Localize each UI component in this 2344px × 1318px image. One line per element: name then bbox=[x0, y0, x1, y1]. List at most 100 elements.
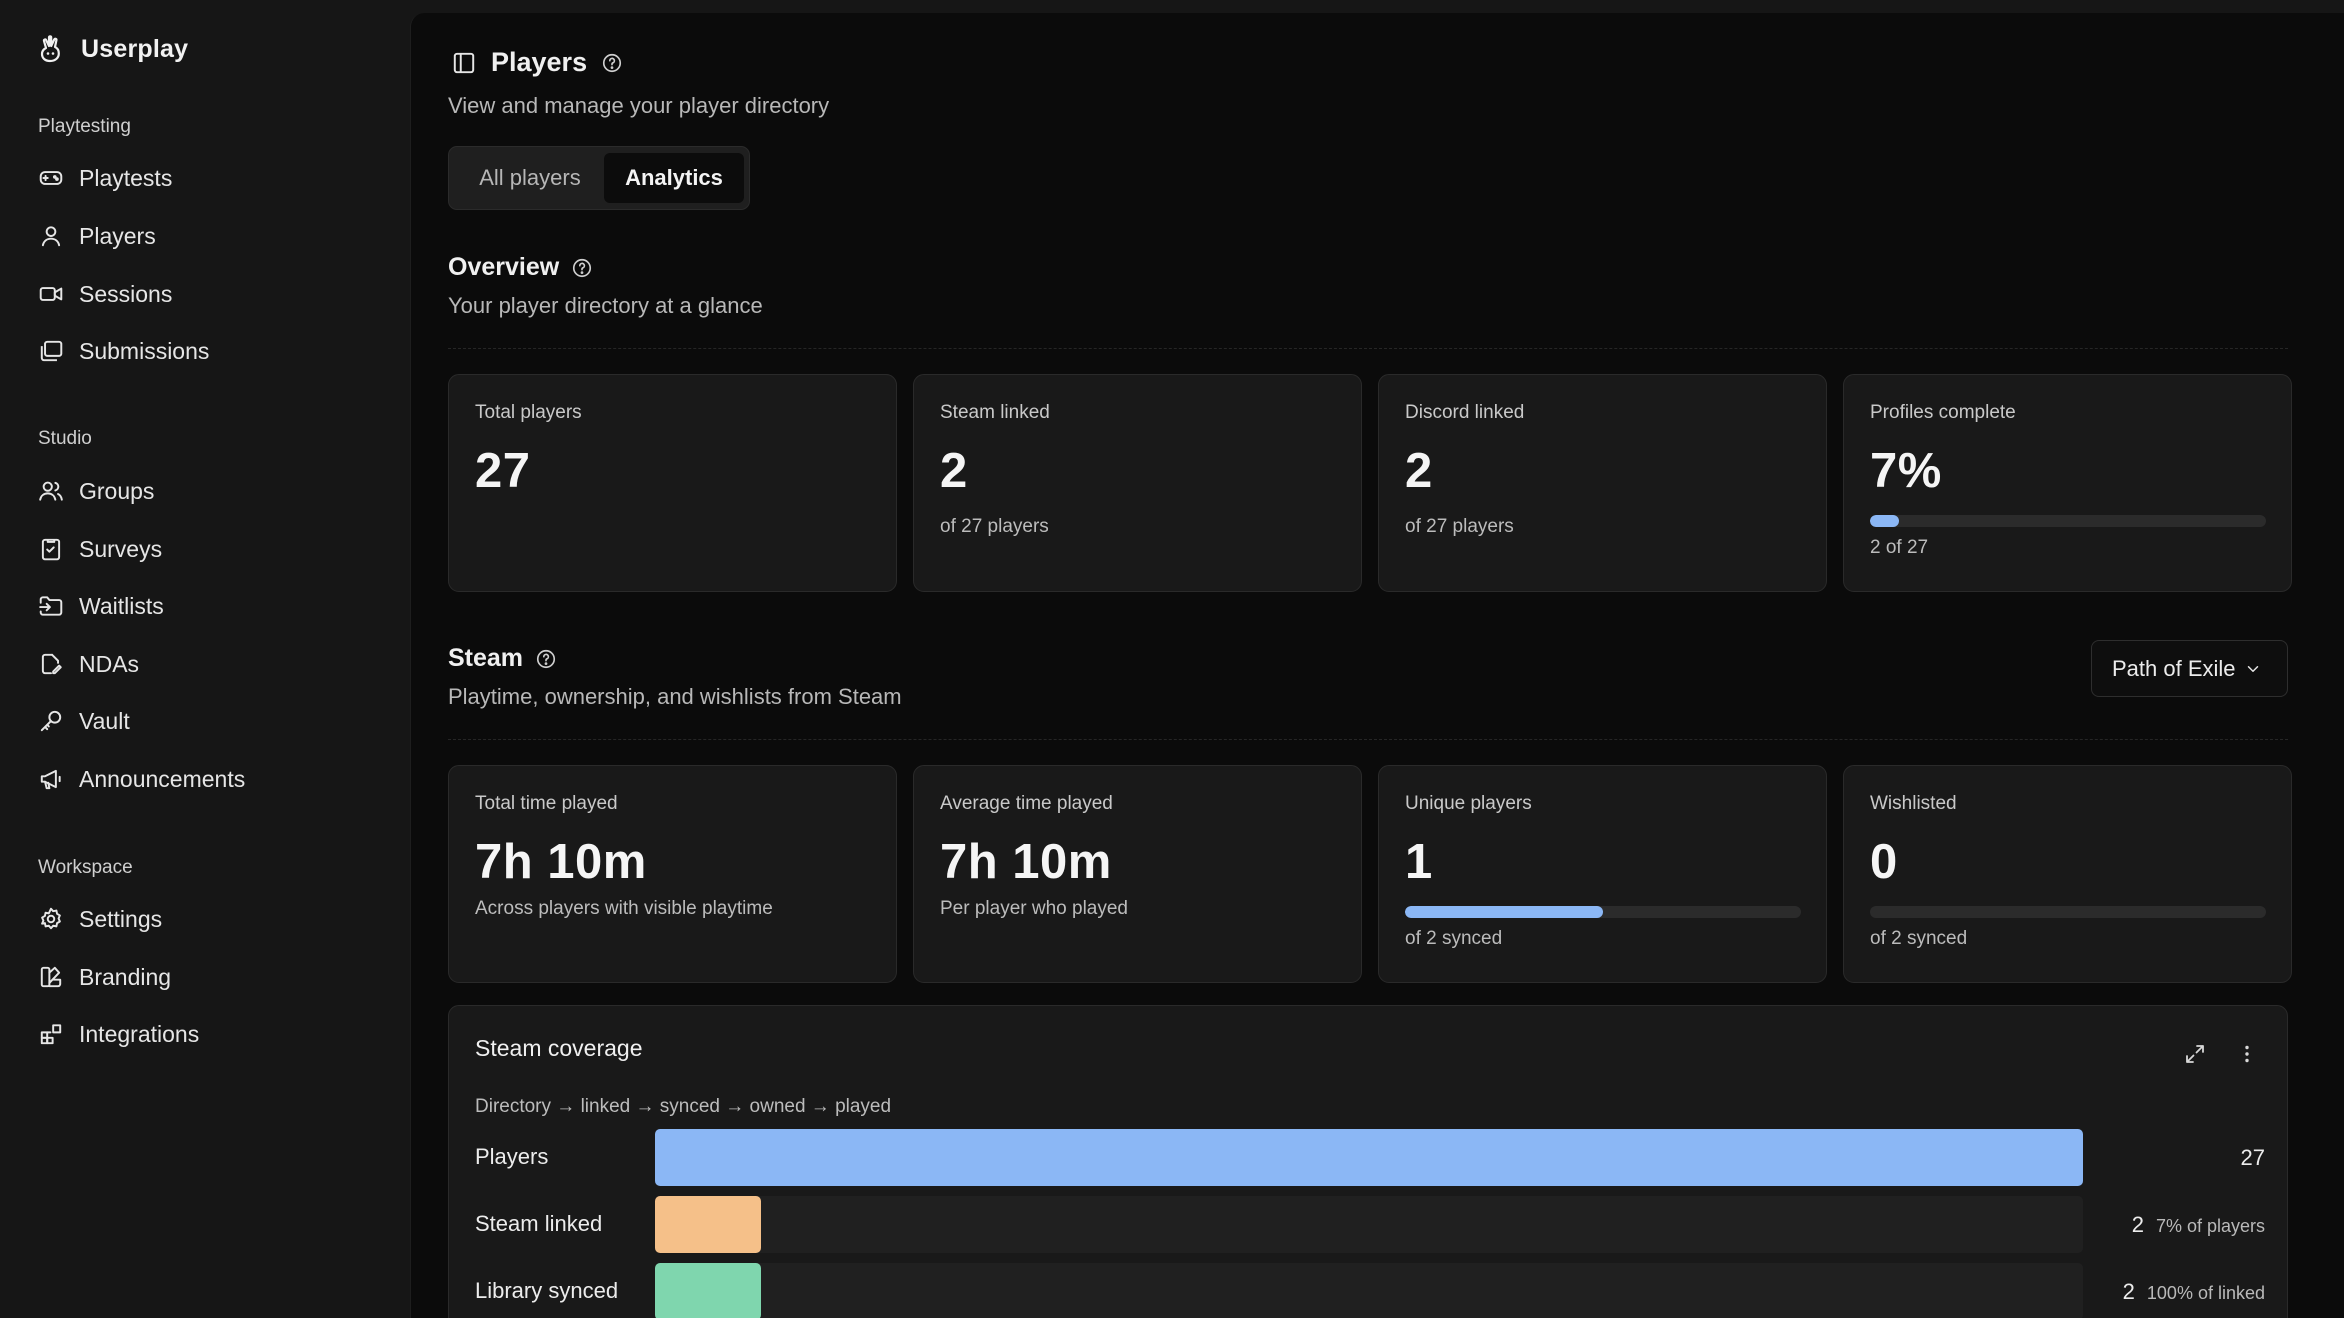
sidebar-item-branding[interactable]: Branding bbox=[37, 955, 171, 999]
bar-label: Players bbox=[475, 1144, 549, 1169]
page-title: Players bbox=[491, 47, 588, 77]
stat-card-steam-linked: Steam linked 2 of 27 players bbox=[913, 374, 1362, 592]
card-value: 0 bbox=[1870, 835, 1898, 889]
bar-value: 2 7% of players bbox=[2132, 1212, 2265, 1238]
card-value: 1 bbox=[1405, 835, 1433, 889]
grid-plus-icon bbox=[37, 1020, 65, 1048]
logo-icon bbox=[37, 34, 63, 64]
folder-enter-icon bbox=[37, 592, 65, 620]
steam-title: Steam bbox=[448, 644, 524, 672]
card-label: Total time played bbox=[475, 793, 618, 814]
sidebar-item-announcements[interactable]: Announcements bbox=[37, 757, 245, 801]
card-sub: of 27 players bbox=[1405, 516, 1514, 537]
sidebar-item-waitlists[interactable]: Waitlists bbox=[37, 584, 164, 628]
card-label: Average time played bbox=[940, 793, 1113, 814]
card-sub: of 2 synced bbox=[1405, 928, 1503, 949]
progress-bar bbox=[1405, 906, 1801, 918]
sidebar: Userplay Playtesting Playtests Players S… bbox=[0, 0, 410, 1318]
steam-subtitle: Playtime, ownership, and wishlists from … bbox=[448, 684, 902, 709]
sidebar-item-playtests[interactable]: Playtests bbox=[37, 156, 172, 200]
bar-percent-label: 7% of players bbox=[2155, 1216, 2265, 1236]
card-label: Steam linked bbox=[940, 402, 1050, 423]
card-label: Total players bbox=[475, 402, 582, 423]
stat-card-average-time: Average time played 7h 10m Per player wh… bbox=[913, 765, 1362, 983]
sidebar-item-groups[interactable]: Groups bbox=[37, 469, 154, 513]
card-label: Unique players bbox=[1405, 793, 1532, 814]
gear-icon bbox=[37, 905, 65, 933]
sidebar-item-label: Integrations bbox=[79, 1020, 200, 1047]
tab-all-players[interactable]: All players bbox=[455, 153, 605, 203]
card-sub: Across players with visible playtime bbox=[475, 898, 773, 919]
bar[interactable] bbox=[655, 1196, 761, 1253]
sidebar-item-label: Vault bbox=[79, 707, 130, 734]
stat-card-profiles-complete: Profiles complete 7% 2 of 27 bbox=[1843, 374, 2292, 592]
survey-icon bbox=[37, 535, 65, 563]
card-sub: of 2 synced bbox=[1870, 928, 1968, 949]
chevron-down-icon bbox=[2244, 660, 2262, 678]
card-sub: 2 of 27 bbox=[1870, 537, 1929, 558]
user-icon bbox=[37, 222, 65, 250]
sidebar-toggle-icon[interactable] bbox=[451, 50, 477, 76]
sidebar-item-label: Waitlists bbox=[79, 592, 164, 619]
help-icon[interactable] bbox=[601, 52, 623, 74]
sidebar-item-surveys[interactable]: Surveys bbox=[37, 527, 162, 571]
nav-section-studio: Studio bbox=[38, 428, 92, 449]
tab-analytics[interactable]: Analytics bbox=[604, 153, 744, 203]
bar-track bbox=[655, 1196, 2083, 1253]
sidebar-item-label: Surveys bbox=[79, 535, 163, 562]
stat-card-total-players: Total players 27 bbox=[448, 374, 897, 592]
key-icon bbox=[37, 707, 65, 735]
overview-header: Overview bbox=[448, 253, 593, 282]
stat-card-unique-players: Unique players 1 of 2 synced bbox=[1378, 765, 1827, 983]
card-sub: Per player who played bbox=[940, 898, 1128, 919]
brand[interactable]: Userplay bbox=[37, 34, 188, 64]
sidebar-item-integrations[interactable]: Integrations bbox=[37, 1012, 199, 1056]
card-value: 2 bbox=[940, 444, 968, 498]
sidebar-item-ndas[interactable]: NDAs bbox=[37, 642, 139, 686]
card-label: Wishlisted bbox=[1870, 793, 1957, 814]
card-value: 27 bbox=[475, 444, 531, 498]
sidebar-item-vault[interactable]: Vault bbox=[37, 699, 130, 743]
bar[interactable] bbox=[655, 1129, 2083, 1186]
sidebar-item-sessions[interactable]: Sessions bbox=[37, 272, 172, 316]
sidebar-item-label: Announcements bbox=[79, 765, 246, 792]
bar-label: Library synced bbox=[475, 1278, 619, 1303]
card-value: 7% bbox=[1870, 444, 1942, 498]
coverage-subtitle: Directory → linked → synced → owned → pl… bbox=[475, 1096, 892, 1117]
sidebar-item-players[interactable]: Players bbox=[37, 214, 156, 258]
nav-section-workspace: Workspace bbox=[38, 857, 133, 878]
view-tabs: All players Analytics bbox=[448, 146, 750, 210]
card-sub: of 27 players bbox=[940, 516, 1049, 537]
stat-card-wishlisted: Wishlisted 0 of 2 synced bbox=[1843, 765, 2292, 983]
bar[interactable] bbox=[655, 1263, 761, 1318]
main-content: Players View and manage your player dire… bbox=[410, 13, 2344, 1318]
help-icon[interactable] bbox=[535, 648, 557, 670]
more-vertical-icon[interactable] bbox=[2231, 1038, 2263, 1070]
card-label: Discord linked bbox=[1405, 402, 1525, 423]
stat-card-total-time: Total time played 7h 10m Across players … bbox=[448, 765, 897, 983]
video-icon bbox=[37, 280, 65, 308]
card-label: Profiles complete bbox=[1870, 402, 2016, 423]
section-divider bbox=[448, 739, 2288, 740]
sidebar-item-label: Branding bbox=[79, 963, 172, 990]
overview-title: Overview bbox=[448, 253, 560, 281]
help-icon[interactable] bbox=[571, 257, 593, 279]
coverage-row: Players 27 bbox=[475, 1129, 2265, 1186]
sidebar-item-label: Players bbox=[79, 222, 156, 249]
sidebar-item-label: Settings bbox=[79, 905, 163, 932]
bar-value: 2 100% of linked bbox=[2123, 1279, 2265, 1305]
sidebar-item-submissions[interactable]: Submissions bbox=[37, 329, 209, 373]
bar-track bbox=[655, 1263, 2083, 1318]
bar-value-label: 2 bbox=[2122, 1279, 2135, 1304]
game-select-dropdown[interactable]: Path of Exile bbox=[2091, 640, 2288, 697]
card-value: 7h 10m bbox=[475, 835, 647, 889]
steam-coverage-card: Steam coverage Directory → linked → sync… bbox=[448, 1005, 2288, 1318]
sidebar-item-label: Submissions bbox=[79, 337, 210, 364]
card-value: 2 bbox=[1405, 444, 1433, 498]
expand-icon[interactable] bbox=[2179, 1038, 2211, 1070]
bar-track bbox=[655, 1129, 2083, 1186]
bar-label: Steam linked bbox=[475, 1211, 603, 1236]
game-select-value: Path of Exile bbox=[2112, 655, 2236, 681]
sidebar-item-settings[interactable]: Settings bbox=[37, 897, 162, 941]
progress-bar bbox=[1870, 906, 2266, 918]
